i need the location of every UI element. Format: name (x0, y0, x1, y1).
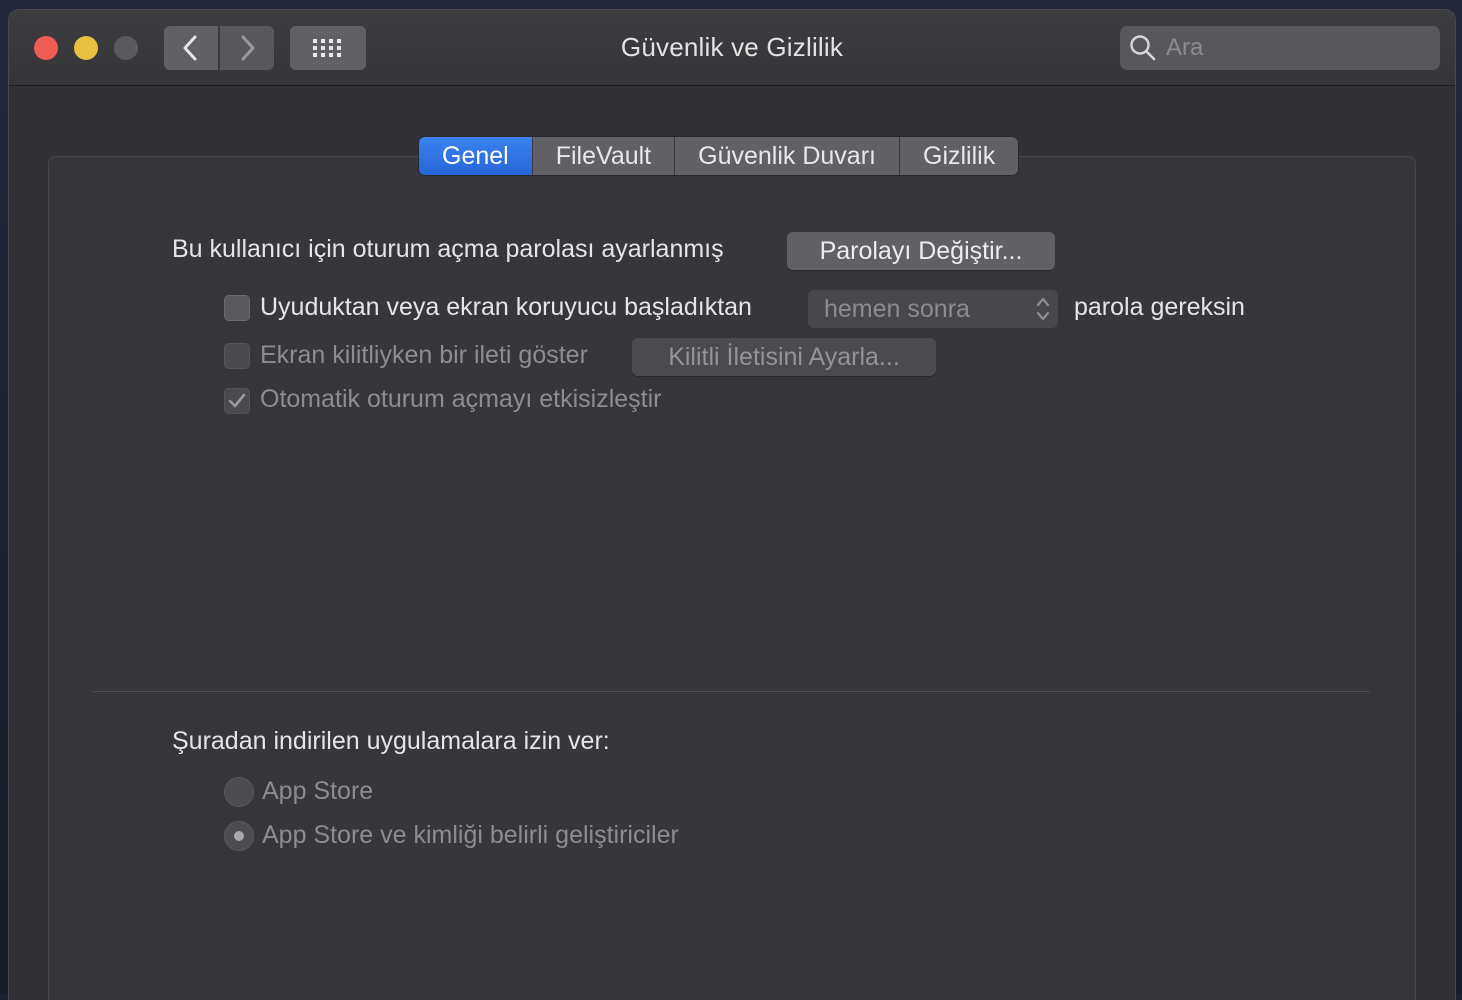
show-message-label: Ekran kilitliyken bir ileti göster (260, 341, 588, 369)
disable-auto-login-label: Otomatik oturum açmayı etkisizleştir (260, 385, 662, 413)
allow-apps-heading: Şuradan indirilen uygulamalara izin ver: (172, 727, 610, 755)
tab-gizlilik[interactable]: Gizlilik (900, 137, 1019, 175)
preferences-window: Güvenlik ve Gizlilik Genel FileVault Güv… (9, 10, 1455, 1000)
show-message-checkbox (224, 343, 250, 369)
tab-genel[interactable]: Genel (419, 137, 533, 175)
tab-guvenlik-duvari[interactable]: Güvenlik Duvarı (675, 137, 900, 175)
general-tab-panel (48, 156, 1416, 1000)
require-password-suffix: parola gereksin (1074, 293, 1245, 321)
checkmark-icon (228, 393, 246, 408)
search-icon (1120, 26, 1166, 70)
disable-auto-login-checkbox (224, 388, 250, 414)
change-password-button[interactable]: Parolayı Değiştir... (787, 232, 1055, 270)
tab-filevault[interactable]: FileVault (532, 137, 676, 175)
search-input[interactable] (1166, 34, 1426, 62)
radio-app-store-identified (224, 821, 254, 851)
require-password-delay-select[interactable]: hemen sonra (808, 290, 1058, 328)
chevron-updown-icon (1036, 297, 1050, 321)
require-password-checkbox[interactable] (224, 295, 250, 321)
section-divider (93, 691, 1370, 692)
require-password-delay-value: hemen sonra (824, 294, 970, 323)
password-set-label: Bu kullanıcı için oturum açma parolası a… (172, 235, 724, 263)
tab-bar: Genel FileVault Güvenlik Duvarı Gizlilik (419, 137, 1019, 175)
radio-app-store-label: App Store (262, 777, 374, 805)
radio-selected-dot (234, 831, 244, 841)
radio-app-store-identified-label: App Store ve kimliği belirli geliştirici… (262, 821, 679, 849)
title-bar: Güvenlik ve Gizlilik (9, 10, 1455, 86)
search-field[interactable] (1120, 26, 1440, 70)
radio-app-store (224, 777, 254, 807)
require-password-label: Uyuduktan veya ekran koruyucu başladıkta… (260, 293, 752, 321)
set-lock-message-button: Kilitli İletisini Ayarla... (632, 338, 936, 376)
